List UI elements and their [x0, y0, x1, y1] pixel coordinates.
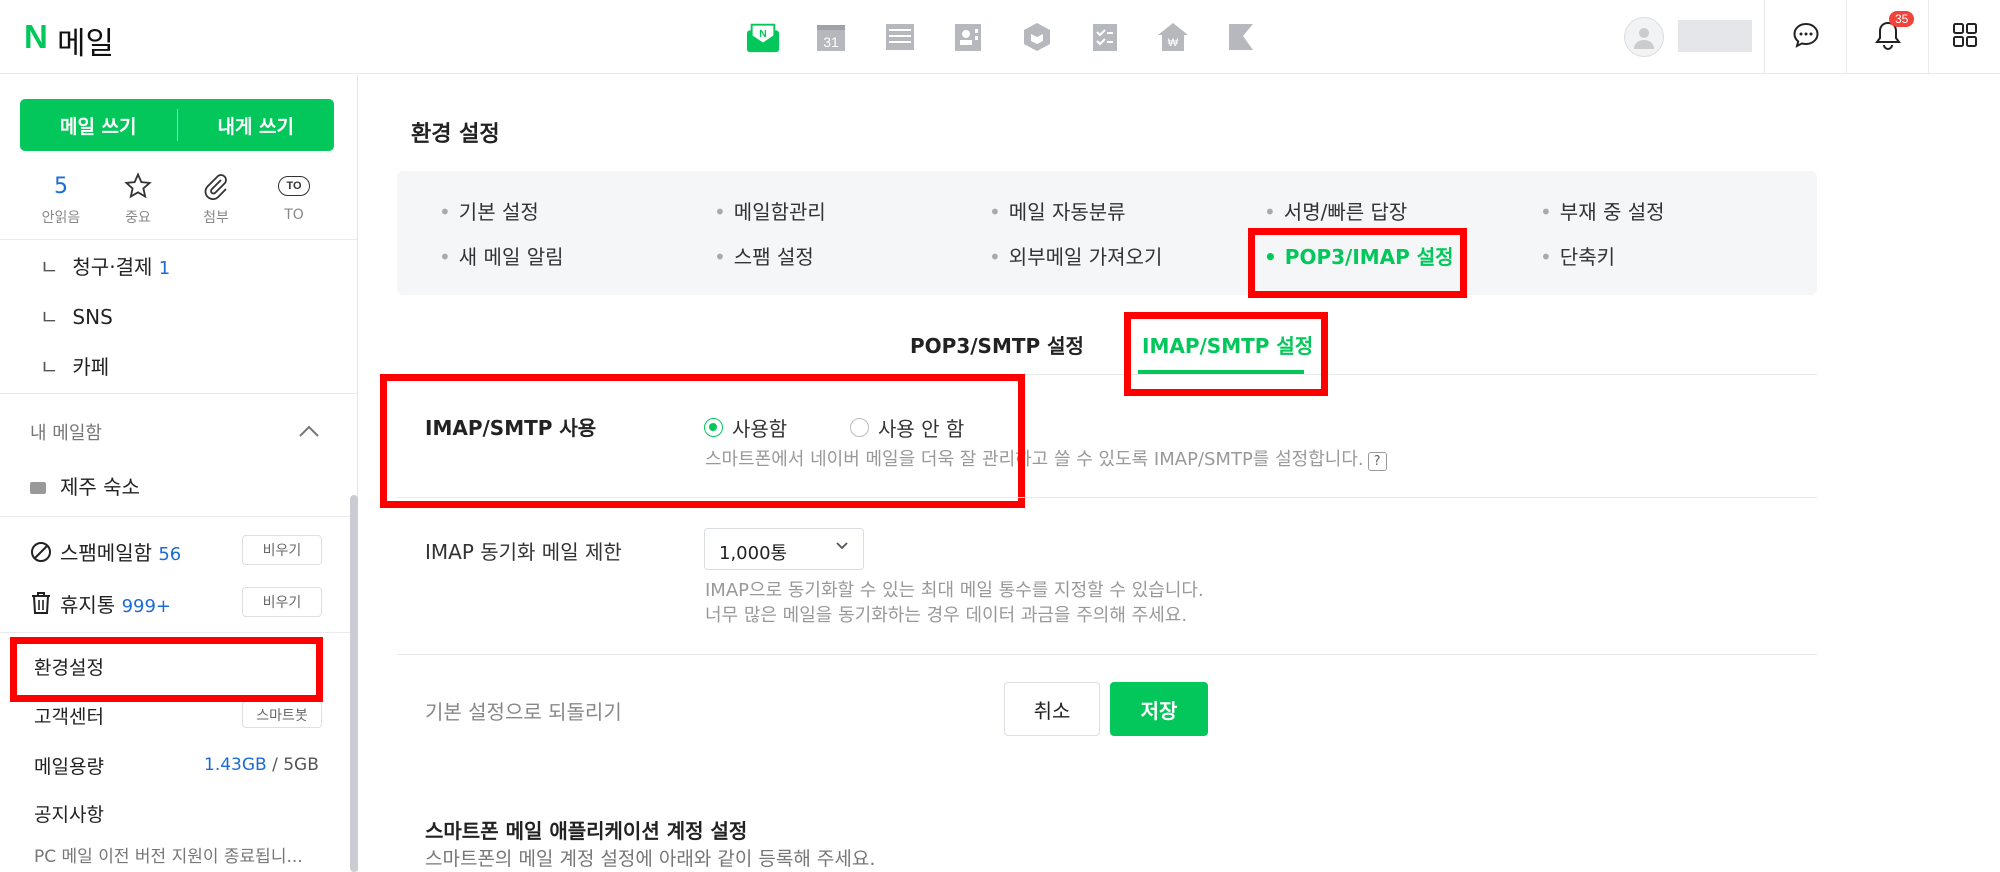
list-app-icon[interactable] — [883, 20, 917, 54]
app-title[interactable]: 메일 — [57, 18, 114, 63]
important-filter[interactable]: 중요 — [98, 171, 178, 227]
apps-menu-button[interactable] — [1928, 0, 2000, 74]
chevron-down-icon — [835, 539, 849, 555]
svg-text:₩: ₩ — [1168, 37, 1179, 49]
checklist-app-icon[interactable] — [1088, 20, 1122, 54]
folder-icon — [30, 482, 46, 494]
divider — [0, 239, 357, 240]
highlight-box-imap-use — [380, 374, 1025, 508]
tab-mailbox-management[interactable]: • 메일함관리 — [714, 196, 826, 225]
paperclip-icon — [176, 171, 256, 201]
block-icon — [30, 541, 52, 568]
notifications-button[interactable]: 35 — [1846, 0, 1928, 74]
unread-filter[interactable]: 5 안읽음 — [21, 171, 101, 227]
highlight-box-pop3-tab — [1248, 228, 1467, 298]
svg-text:31: 31 — [823, 34, 839, 50]
sidebar: 메일 쓰기 내게 쓰기 5 안읽음 중요 첨부 TO TO ㄴ 청구·결제 1 ㄴ… — [0, 75, 358, 872]
avatar[interactable] — [1624, 17, 1664, 57]
settings-tabs — [397, 171, 1817, 295]
tab-basic-settings[interactable]: • 기본 설정 — [439, 196, 539, 225]
page-title: 환경 설정 — [411, 122, 500, 147]
phone-setup-title: 스마트폰 메일 애플리케이션 계정 설정 — [425, 819, 748, 843]
username-placeholder[interactable] — [1678, 20, 1752, 52]
phone-setup-description: 스마트폰의 메일 계정 설정에 아래와 같이 등록해 주세요. — [425, 848, 876, 870]
divider — [0, 516, 357, 517]
tab-signature[interactable]: • 서명/빠른 답장 — [1264, 196, 1407, 225]
sync-limit-description: IMAP으로 동기화할 수 있는 최대 메일 통수를 지정할 수 있습니다. 너… — [705, 580, 1204, 626]
mail-app-icon[interactable]: N — [746, 20, 780, 54]
divider — [397, 497, 1817, 498]
notice-text[interactable]: PC 메일 이전 버전 지원이 종료됩니... — [34, 842, 303, 867]
trash-folder[interactable]: 휴지통 999+ — [30, 589, 171, 620]
tab-spam-settings[interactable]: • 스팸 설정 — [714, 241, 814, 270]
highlight-box-settings — [10, 637, 323, 702]
home-app-icon[interactable]: ₩ — [1156, 20, 1190, 54]
unread-count: 5 — [54, 173, 68, 199]
save-button[interactable]: 저장 — [1110, 682, 1208, 736]
divider — [0, 393, 357, 394]
chevron-up-icon[interactable] — [298, 423, 320, 442]
tab-auto-sort[interactable]: • 메일 자동분류 — [989, 196, 1126, 225]
tab-shortcuts[interactable]: • 단축키 — [1540, 241, 1615, 270]
contacts-app-icon[interactable] — [951, 20, 985, 54]
compose-group: 메일 쓰기 내게 쓰기 — [20, 99, 334, 151]
bookmark-app-icon[interactable] — [1224, 20, 1258, 54]
to-icon: TO — [254, 171, 334, 201]
divider — [0, 632, 357, 633]
sidebar-scrollbar[interactable] — [350, 495, 358, 872]
grid-icon — [1952, 22, 1978, 52]
compose-to-self-button[interactable]: 내게 쓰기 — [178, 99, 335, 151]
compose-button[interactable]: 메일 쓰기 — [20, 99, 177, 151]
trash-icon — [30, 591, 52, 620]
notice-link[interactable]: 공지사항 — [34, 800, 104, 827]
folder-billing[interactable]: ㄴ 청구·결제 1 — [40, 251, 170, 280]
tab-away[interactable]: • 부재 중 설정 — [1540, 196, 1665, 225]
divider — [397, 654, 1817, 655]
top-header: N 메일 N 31 ₩ 35 — [0, 0, 2000, 74]
attachment-filter[interactable]: 첨부 — [176, 171, 256, 227]
star-icon — [98, 171, 178, 201]
subtab-pop3-smtp[interactable]: POP3/SMTP 설정 — [910, 330, 1084, 359]
folder-jeju[interactable]: 제주 숙소 — [30, 471, 140, 500]
to-me-filter[interactable]: TO TO — [254, 171, 334, 223]
my-mailbox-header[interactable]: 내 메일함 — [30, 419, 102, 445]
talk-button[interactable] — [1764, 0, 1846, 74]
smartbot-button[interactable]: 스마트봇 — [242, 701, 322, 728]
spam-folder[interactable]: 스팸메일함 56 — [30, 537, 181, 568]
svg-text:N: N — [759, 29, 767, 40]
naver-logo[interactable]: N — [24, 18, 48, 56]
storage-label: 메일용량 — [34, 756, 104, 778]
help-icon[interactable]: ? — [1367, 452, 1387, 471]
reset-defaults-link[interactable]: 기본 설정으로 되돌리기 — [425, 696, 622, 725]
empty-spam-button[interactable]: 비우기 — [242, 535, 322, 565]
notification-badge: 35 — [1889, 11, 1915, 27]
support-link[interactable]: 고객센터 — [34, 702, 104, 729]
folder-sns[interactable]: ㄴ SNS — [40, 301, 113, 330]
cancel-button[interactable]: 취소 — [1004, 682, 1100, 736]
box-app-icon[interactable] — [1020, 20, 1054, 54]
sync-limit-select[interactable]: 1,000통 — [704, 528, 864, 570]
calendar-app-icon[interactable]: 31 — [814, 20, 848, 54]
storage-usage: 1.43GB / 5GB — [204, 755, 319, 775]
chat-bubble-icon — [1792, 21, 1820, 53]
tab-new-mail-alert[interactable]: • 새 메일 알림 — [439, 241, 564, 270]
tab-external-mail[interactable]: • 외부메일 가져오기 — [989, 241, 1162, 270]
folder-cafe[interactable]: ㄴ 카페 — [40, 351, 109, 380]
empty-trash-button[interactable]: 비우기 — [242, 587, 322, 617]
highlight-box-imap-subtab — [1124, 312, 1328, 396]
sync-limit-label: IMAP 동기화 메일 제한 — [425, 540, 622, 564]
